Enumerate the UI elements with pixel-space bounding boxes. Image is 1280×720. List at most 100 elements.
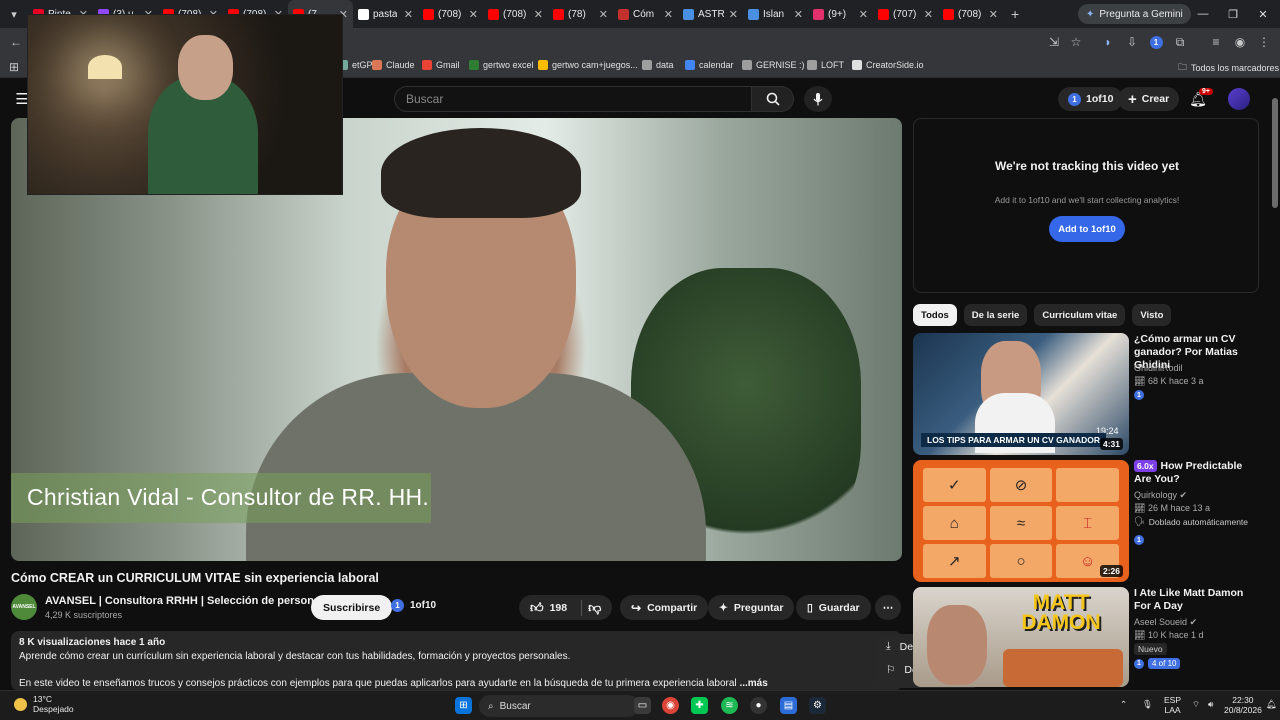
tab-close-icon[interactable]: ✕ xyxy=(664,8,673,21)
save-button[interactable]: ▯ Guardar xyxy=(796,595,871,620)
volume-icon[interactable]: 🔊︎ xyxy=(1208,699,1213,709)
share-button[interactable]: ↪ Compartir xyxy=(620,595,709,620)
search-input[interactable]: Buscar xyxy=(394,86,752,112)
extension-download-icon[interactable]: ⇩ xyxy=(1124,34,1140,50)
recommendation-item[interactable]: 19:24 LOS TIPS PARA ARMAR UN CV GANADOR … xyxy=(913,333,1263,455)
voice-search-button[interactable] xyxy=(804,86,832,112)
extensions-icon[interactable]: ⧉ xyxy=(1172,34,1188,50)
recommendation-channel[interactable]: GhidiniRodil xyxy=(1134,363,1183,373)
scrollbar-thumb[interactable] xyxy=(1272,98,1278,208)
bookmark-item[interactable]: Gmail xyxy=(422,60,460,70)
browser-tab[interactable]: ASTR ✕ xyxy=(678,0,743,28)
recommendation-item[interactable]: ✓ ⊘ ⌂ ≈ ⌶ ↗ ○ ☺ 2:26 6.0x How Predictable… xyxy=(913,460,1263,582)
page-scrollbar[interactable] xyxy=(1270,78,1280,690)
extension-sound-icon[interactable]: ◗ xyxy=(1100,34,1116,50)
recorder-icon[interactable]: ● xyxy=(750,697,767,714)
media-icon[interactable]: ≡ xyxy=(1208,34,1224,50)
language-indicator[interactable]: ESP LAA xyxy=(1164,695,1181,715)
description-box[interactable]: 8 K visualizaciones hace 1 año Aprende c… xyxy=(11,631,902,691)
create-button[interactable]: + Crear xyxy=(1118,87,1180,111)
bookmark-item[interactable]: calendar xyxy=(685,60,734,70)
browser-tab[interactable]: pasta ✕ xyxy=(353,0,418,28)
bookmark-star-icon[interactable]: ☆ xyxy=(1068,34,1084,50)
green-app-icon[interactable]: ✚ xyxy=(691,697,708,714)
recommendation-title[interactable]: 6.0x How Predictable Are You? xyxy=(1134,460,1254,486)
task-view-icon[interactable]: ▭ xyxy=(634,697,651,714)
filter-chip[interactable]: Visto xyxy=(1132,304,1172,326)
tab-close-icon[interactable]: ✕ xyxy=(924,8,933,21)
browser-tab[interactable]: Islan ✕ xyxy=(743,0,808,28)
browser-tab[interactable]: (78) ✕ xyxy=(548,0,613,28)
tray-chevron-icon[interactable]: ⌃ xyxy=(1120,699,1127,709)
install-icon[interactable]: ⇲ xyxy=(1046,34,1062,50)
recommendation-item[interactable]: MATT DAMON I Ate Like Matt Damon For A D… xyxy=(913,587,1263,687)
browser-menu-icon[interactable]: ⋮ xyxy=(1256,34,1272,50)
browser-tab[interactable]: (708) ✕ xyxy=(938,0,1003,28)
tab-close-icon[interactable]: ✕ xyxy=(989,8,998,21)
bookmark-item[interactable]: CreatorSide.io xyxy=(852,60,924,70)
maximize-icon[interactable]: ❐ xyxy=(1218,0,1248,28)
bookmark-item[interactable]: data xyxy=(642,60,674,70)
bookmark-item[interactable]: gertwo excel xyxy=(469,60,534,70)
filter-chip[interactable]: De la serie xyxy=(963,304,1028,326)
new-tab-icon[interactable]: + xyxy=(1003,6,1027,22)
gemini-button[interactable]: ✦ Pregunta a Gemini xyxy=(1078,4,1191,24)
like-button[interactable]: 👍︎ 198 👎︎ xyxy=(519,595,613,620)
bookmark-item[interactable]: gertwo cam+juegos... xyxy=(538,60,638,70)
browser-tab[interactable]: Cóm ✕ xyxy=(613,0,678,28)
thumbs-down-icon[interactable]: 👎︎ xyxy=(588,600,601,616)
notepad-icon[interactable]: ▤ xyxy=(780,697,797,714)
lofi-header-button[interactable]: 1 1of10 xyxy=(1058,87,1124,111)
filter-chip[interactable]: Curriculum vitae xyxy=(1034,304,1126,326)
tab-close-icon[interactable]: ✕ xyxy=(534,8,543,21)
chrome-icon[interactable]: ◉ xyxy=(662,697,679,714)
recommendation-title[interactable]: I Ate Like Matt Damon For A Day xyxy=(1134,587,1254,613)
browser-tab[interactable]: (708) ✕ xyxy=(418,0,483,28)
back-icon[interactable]: ← xyxy=(8,34,24,50)
user-avatar[interactable] xyxy=(1228,88,1250,110)
subscribe-button[interactable]: Suscribirse xyxy=(311,595,393,620)
recommendation-channel[interactable]: Aseel Soueid ✔ xyxy=(1134,617,1197,628)
browser-tab[interactable]: (707) ✕ xyxy=(873,0,938,28)
tab-close-icon[interactable]: ✕ xyxy=(469,8,478,21)
search-button[interactable] xyxy=(752,86,794,112)
tab-close-icon[interactable]: ✕ xyxy=(859,8,868,21)
tab-close-icon[interactable]: ✕ xyxy=(599,8,608,21)
more-actions-button[interactable]: ⋯ xyxy=(875,595,901,620)
filter-chip[interactable]: Todos xyxy=(913,304,957,326)
windows-start-icon[interactable]: ⊞ xyxy=(455,697,472,714)
clock[interactable]: 22:30 20/8/2026 xyxy=(1224,695,1262,715)
tab-search-icon[interactable]: ▾ xyxy=(0,0,28,28)
bookmark-item[interactable]: GERNISE :) xyxy=(742,60,805,70)
weather-widget[interactable]: 13°C Despejado xyxy=(14,694,74,714)
notification-center-icon[interactable]: 🔔︎ xyxy=(1266,699,1277,709)
browser-tab[interactable]: (708) ✕ xyxy=(483,0,548,28)
video-thumbnail[interactable]: 19:24 LOS TIPS PARA ARMAR UN CV GANADOR … xyxy=(913,333,1129,455)
show-more-link[interactable]: ...más xyxy=(739,678,767,689)
browser-tab[interactable]: (9+) ✕ xyxy=(808,0,873,28)
channel-avatar[interactable]: AVANSEL xyxy=(11,594,37,620)
wifi-icon[interactable]: ⌔ xyxy=(1192,699,1200,709)
all-bookmarks[interactable]: 🗀 Todos los marcadores xyxy=(1178,60,1279,76)
close-window-icon[interactable]: ✕ xyxy=(1248,0,1278,28)
video-thumbnail[interactable]: MATT DAMON xyxy=(913,587,1129,687)
tab-close-icon[interactable]: ✕ xyxy=(404,8,413,21)
spotify-icon[interactable]: ≋ xyxy=(721,697,738,714)
extension-1of10-icon[interactable]: 1 xyxy=(1148,34,1164,50)
profile-icon[interactable]: ◉ xyxy=(1232,34,1248,50)
taskbar-search[interactable]: ⌕ Buscar xyxy=(479,695,639,717)
minimize-icon[interactable]: — xyxy=(1188,0,1218,28)
tab-close-icon[interactable]: ✕ xyxy=(729,8,738,21)
video-thumbnail[interactable]: ✓ ⊘ ⌂ ≈ ⌶ ↗ ○ ☺ 2:26 xyxy=(913,460,1129,582)
bookmark-item[interactable]: LOFT xyxy=(807,60,844,70)
steam-icon[interactable]: ⚙ xyxy=(809,697,826,714)
bookmark-item[interactable]: Claude xyxy=(372,60,415,70)
channel-name[interactable]: AVANSEL | Consultora RRHH | Selección de… xyxy=(45,595,323,607)
microphone-tray-icon[interactable]: 🎙︎ xyxy=(1142,699,1153,709)
lofi-channel-button[interactable]: 1 1of10 xyxy=(391,599,436,612)
ask-button[interactable]: ✦ Preguntar xyxy=(708,595,795,620)
recommendation-channel[interactable]: Quirkology ✔ xyxy=(1134,490,1187,501)
add-to-lofi-button[interactable]: Add to 1of10 xyxy=(1049,216,1125,242)
tab-close-icon[interactable]: ✕ xyxy=(794,8,803,21)
apps-grid-icon[interactable]: ⊞ xyxy=(6,59,22,75)
